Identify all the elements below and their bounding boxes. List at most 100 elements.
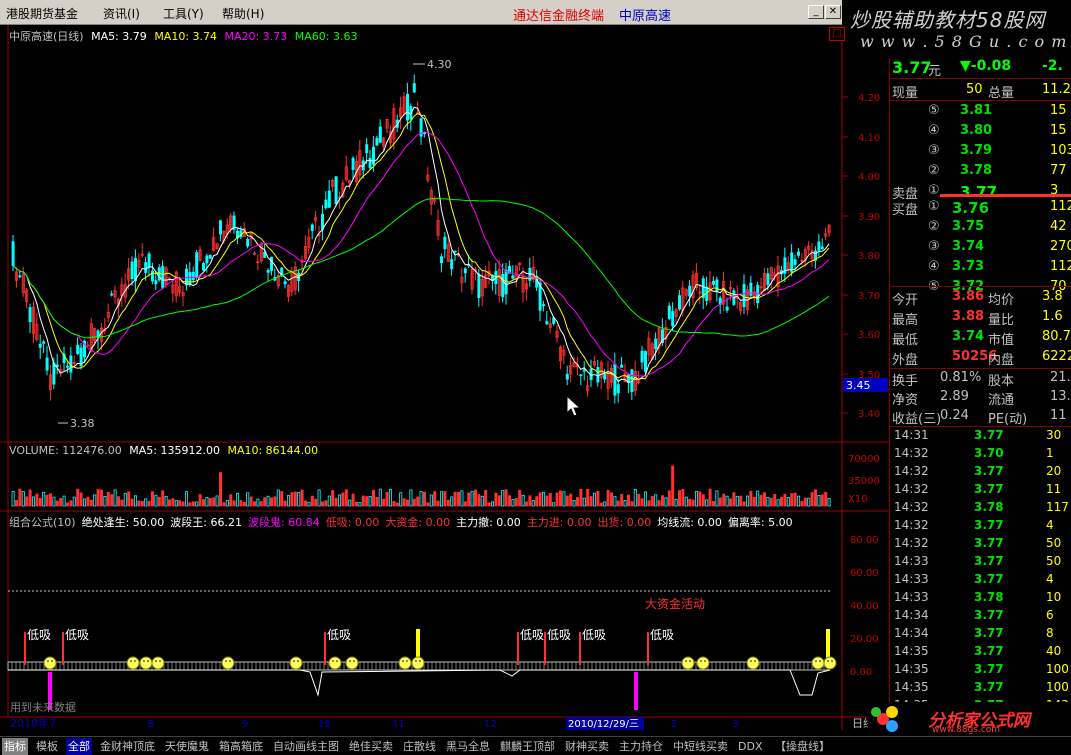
volume-bar [171,498,175,507]
ask-volume: 77 [1050,163,1067,178]
indicator-field: 组合公式(10) [9,516,76,529]
indicator-field: 波段鬼: 60.84 [248,516,320,529]
high-marker-label: 4.30 [427,58,452,71]
smiley-icon [221,656,235,670]
volume-bar [664,497,668,507]
magenta-signal-bar [634,672,638,710]
volume-bar [511,499,515,507]
ask-level: ③ [928,143,940,158]
volume-bar [678,490,682,507]
indicator-tab[interactable]: 财神买卖 [563,738,611,755]
indicator-field: 低吸: 0.00 [325,516,380,529]
volume-bar [283,500,287,507]
indicator-tab[interactable]: 【操盘线】 [773,738,832,755]
indicator-tab[interactable]: 主力持仓 [617,738,665,755]
stat-value: 3.88 [952,309,985,324]
indicator-tab[interactable]: 黑马全息 [444,738,492,755]
month-label: 11 [392,719,405,730]
volume-bar [579,488,583,507]
chart-canvas: 4.204.104.003.903.803.703.603.503.403.45… [0,25,888,730]
candle-body [28,307,32,323]
indicator-tab[interactable]: 绝佳买卖 [347,738,395,755]
stat-label: 收益(三) [892,412,942,427]
volume-bar [368,496,372,507]
volume-bar [535,496,539,507]
minimize-icon[interactable]: _ [808,5,824,19]
smiley-icon [328,656,342,670]
volume-bar [314,498,318,507]
candle-body [412,83,416,93]
big-money-label: 大资金活动 [645,596,705,611]
close-icon[interactable]: ✕ [825,5,841,19]
tick-price: 3.78 [974,500,1004,514]
indicator-tab[interactable]: 指标 [2,738,28,755]
candle-body [218,220,222,235]
indicator-tab[interactable]: 麒麟王顶部 [498,738,557,755]
volume-bar [290,492,294,507]
candle-body [195,252,199,279]
ma60-value: MA60: 3.63 [294,30,358,43]
menu-help[interactable]: 帮助(H) [222,5,264,22]
volume-bar [542,492,546,507]
menu-tools[interactable]: 工具(Y) [163,5,204,22]
indicator-tab[interactable]: 庄散线 [401,738,438,755]
indicator-tab[interactable]: 金财神顶底 [98,738,157,755]
tick-price: 3.77 [974,554,1004,568]
smiley-eye [831,660,833,662]
volume-bar [388,488,392,507]
volume-bar [110,494,114,507]
volume-unit-label: X10 [848,494,868,505]
volume-bar [671,465,675,507]
menu-news[interactable]: 资讯(I) [103,5,140,22]
tick-price: 3.77 [974,680,1004,694]
volume-bar [337,494,341,507]
volume-bar [589,496,593,507]
volume-bar [79,492,83,507]
volume-bar [797,495,801,507]
indicator-tab[interactable]: 中短线买卖 [671,738,730,755]
smiley-icon [696,656,710,670]
volume-bar [484,489,488,507]
candle-body [266,269,270,273]
main-chart-label: 中原高速(日线) [9,30,84,43]
date-cursor-label: 2010/12/29/三 [568,719,639,730]
indicator-tab[interactable]: 模板 [34,738,60,755]
volume-bar [443,491,447,507]
stat-label: 今开 [892,293,919,308]
indicator-tab[interactable]: 自动画线主图 [271,738,341,755]
kline-chart-area[interactable]: 4.20 4.10 4.00 3.90 3.80 3.70 3.60 3.50 3.40 3.45… [0,25,888,730]
volume-bar [521,494,525,507]
indicator-tick-label: 40.00 [850,601,879,612]
candle-body [133,258,137,282]
stat-label: 净资 [892,393,919,408]
menu-hk-futures-funds[interactable]: 港股期货基金 [6,5,78,22]
volume-ma10: MA10: 86144.00 [227,444,319,457]
volume-bar [35,493,39,507]
volume-bar [691,499,695,507]
candle-body [368,157,372,169]
candle-body [150,270,154,282]
stat-value: 3.8 [1042,289,1063,304]
volume-bar [725,495,729,507]
candle-body [378,126,382,143]
volume-bar [154,494,158,507]
volume-bar [212,497,216,507]
volume-bar [501,490,505,507]
chart-restore-icon[interactable]: □ [829,27,845,41]
candle-body [501,274,505,298]
indicator-tab[interactable]: 全部 [66,738,92,755]
ask-level: ④ [928,123,940,138]
app-title: 通达信金融终端 [513,9,605,24]
stat-value: 0.24 [940,408,969,423]
indicator-tab[interactable]: DDX [736,738,764,755]
volume-bar [222,502,226,507]
candle-body [11,241,15,266]
indicator-tab[interactable]: 天使魔鬼 [163,738,211,755]
volume-bar [426,502,430,507]
volume-bar [263,497,267,507]
volume-bar [793,492,797,507]
indicator-tab[interactable]: 箱高箱底 [217,738,265,755]
stat-value: 11 [1050,408,1067,423]
panel-divider [890,100,1071,101]
stat-label: 量比 [988,313,1015,328]
